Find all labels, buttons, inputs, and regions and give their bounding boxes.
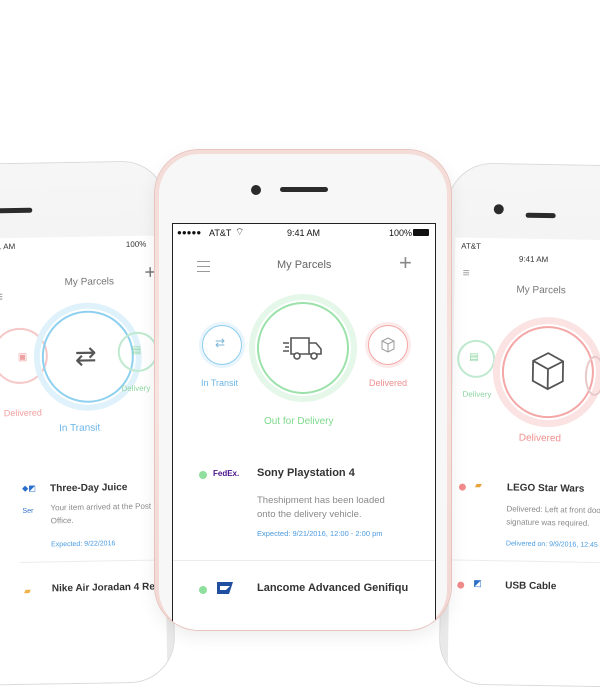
hero-right-label: Delivery xyxy=(121,383,151,394)
screen-right: AT&T 9:41 AM ≡ My Parcels ▤ Delivery Del… xyxy=(447,237,600,689)
fedex-logo: FedEx. xyxy=(213,469,240,478)
box-icon: ▤ xyxy=(469,351,479,363)
box-icon xyxy=(381,337,395,353)
phone-center: ●●●●● AT&T ⌔ 9:41 AM 100% My Parcels + ⇄… xyxy=(155,150,451,630)
item-desc-1: Theshipment has been loaded xyxy=(257,495,385,506)
usps-logo xyxy=(217,582,233,594)
item-expected: Expected: 9/21/2016, 12:00 - 2:00 pm xyxy=(257,529,383,538)
box-icon xyxy=(531,352,565,391)
status-carrier: AT&T xyxy=(461,241,482,251)
carrier-mini: Ser xyxy=(22,507,34,515)
nav-title: My Parcels xyxy=(516,284,566,297)
status-dot xyxy=(458,483,466,491)
ups-logo: ▰ xyxy=(474,479,482,490)
hero-center-label: Delivered xyxy=(518,432,562,445)
battery-icon xyxy=(413,229,429,236)
item-desc-2: Office. xyxy=(50,515,74,526)
front-camera xyxy=(493,204,504,215)
item-title: Lancome Advanced Genifiqu xyxy=(257,582,409,594)
usps-logo: ◆◩ xyxy=(22,483,36,493)
earpiece-speaker xyxy=(280,187,328,192)
hero-left-label: In Transit xyxy=(201,378,239,388)
signal-icon: ●●●●● xyxy=(177,228,202,237)
status-time: 9:41 AM xyxy=(518,254,549,265)
item-expected: Delivered on: 9/9/2016, 12:45 pm xyxy=(505,540,600,550)
item-desc-1: Your item arrived at the Post xyxy=(50,501,152,513)
phone-left: 9:41 AM 100% My Parcels + ≡ ▣ Delivered … xyxy=(0,161,175,687)
menu-icon[interactable]: ≡ xyxy=(463,266,470,280)
status-dot xyxy=(199,471,207,479)
screen-center: ●●●●● AT&T ⌔ 9:41 AM 100% My Parcels + ⇄… xyxy=(172,223,436,630)
divider xyxy=(449,559,600,564)
item-desc-1: Delivered: Left at front door, xyxy=(506,504,600,516)
hero-right-label: Delivered xyxy=(369,378,408,388)
divider xyxy=(19,559,168,563)
nav-title: My Parcels xyxy=(277,259,332,271)
item-title: LEGO Star Wars xyxy=(506,482,585,495)
item-desc-2: signature was required. xyxy=(506,517,590,528)
box-icon: ▣ xyxy=(17,351,28,363)
hero-center-label: Out for Delivery xyxy=(264,416,334,427)
hero-center-label: In Transit xyxy=(58,422,101,435)
wifi-icon: ⌔ xyxy=(235,227,245,238)
item-desc-2: onto the delivery vehicle. xyxy=(257,509,362,520)
status-dot xyxy=(199,586,207,594)
status-carrier: AT&T xyxy=(209,228,232,238)
item-title: Sony Playstation 4 xyxy=(257,467,355,479)
menu-icon[interactable]: ≡ xyxy=(0,288,3,304)
add-parcel-button[interactable]: + xyxy=(399,250,412,276)
status-time: 9:41 AM xyxy=(287,228,321,238)
status-battery: 100% xyxy=(389,228,413,238)
item-title: Nike Air Joradan 4 Retro xyxy=(51,581,168,595)
item-title: Three-Day Juice xyxy=(50,482,128,495)
truck-icon xyxy=(283,337,322,360)
item-expected: Expected: 9/22/2016 xyxy=(51,540,116,549)
phone-right: AT&T 9:41 AM ≡ My Parcels ▤ Delivery Del… xyxy=(439,163,600,689)
hero-left-label: Delivered xyxy=(3,407,42,419)
status-battery: 100% xyxy=(125,239,147,250)
box-icon: ▤ xyxy=(131,344,142,356)
status-time: 9:41 AM xyxy=(0,241,16,252)
earpiece-speaker xyxy=(0,207,33,214)
status-dot xyxy=(457,581,465,589)
item-title: USB Cable xyxy=(505,580,557,593)
next-ring[interactable] xyxy=(584,355,600,397)
ups-logo: ▰ xyxy=(23,585,31,596)
divider xyxy=(173,560,435,561)
earpiece-speaker xyxy=(525,212,556,219)
usps-logo: ◩ xyxy=(473,577,482,588)
hero-left-label: Delivery xyxy=(462,389,492,400)
refresh-icon: ⇄ xyxy=(74,340,97,371)
menu-icon[interactable] xyxy=(197,261,210,272)
front-camera xyxy=(251,185,261,195)
nav-title: My Parcels xyxy=(64,276,115,289)
refresh-icon: ⇄ xyxy=(215,336,226,350)
screen-left: 9:41 AM 100% My Parcels + ≡ ▣ Delivered … xyxy=(0,235,168,687)
